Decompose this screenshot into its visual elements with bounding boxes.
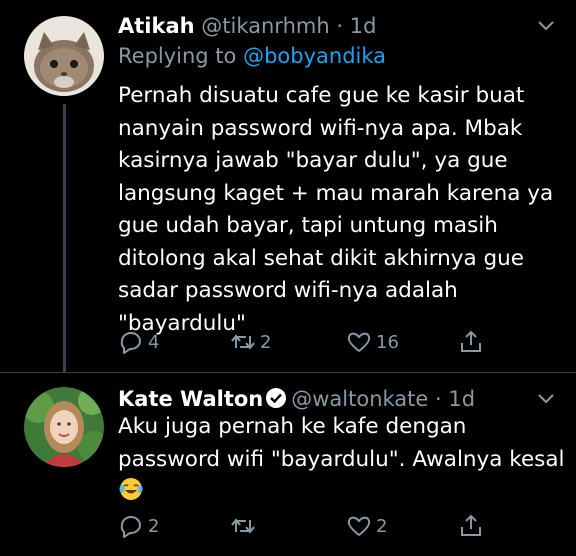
thread-line (63, 104, 66, 372)
reply-count: 4 (148, 331, 160, 353)
separator-dot: · (336, 14, 344, 38)
retweet-count: 2 (260, 331, 272, 353)
tweet-text: Aku juga pernah ke kafe dengan password … (118, 411, 565, 509)
kitten-avatar-icon (24, 16, 104, 96)
like-count: 2 (376, 515, 388, 537)
chevron-down-icon[interactable] (535, 387, 557, 409)
like-button[interactable]: 2 (346, 511, 387, 541)
replying-to: Replying to @bobyandika (118, 44, 386, 68)
tweet-text-line (118, 476, 565, 509)
heart-icon (347, 516, 371, 536)
tweet-actions: 4 2 16 (118, 327, 498, 357)
chevron-down-icon[interactable] (535, 14, 557, 36)
user-handle[interactable]: @waltonkate (291, 387, 428, 411)
reply-icon (120, 516, 141, 538)
tweet-text-line: nanyain password wifi-nya apa. Mbak (118, 115, 523, 141)
face-with-tears-of-joy-icon (119, 478, 143, 500)
verified-badge-icon (266, 388, 287, 408)
reply-icon (120, 332, 141, 354)
tweet-text-line: kasirnya jawab "bayar dulu", ya gue (118, 148, 508, 173)
tweet-text-line: Aku juga pernah ke kafe dengan (118, 414, 467, 439)
user-handle[interactable]: @tikanrhmh (201, 14, 329, 38)
separator-dot: · (435, 387, 442, 411)
retweet-button[interactable]: 2 (230, 327, 271, 357)
tweet-text-line: ditolong akal sehat dikit akhirnya gue (118, 245, 525, 271)
reply-count: 2 (148, 515, 160, 537)
timestamp[interactable]: 1d (448, 387, 475, 411)
tweet-header: Atikah @tikanrhmh · 1d (118, 13, 376, 39)
display-name[interactable]: Atikah (118, 14, 195, 38)
reply-button[interactable]: 2 (118, 511, 159, 541)
avatar[interactable] (24, 16, 104, 96)
mention-link[interactable]: @bobyandika (243, 44, 386, 68)
replying-to-label: Replying to (118, 44, 237, 68)
reply-button[interactable]: 4 (118, 327, 159, 357)
tweet-text-line: sadar password wifi-nya adalah (118, 278, 458, 303)
tweet-text-line: password wifi "bayardulu". Awalnya kesal (118, 446, 565, 472)
retweet-icon (231, 334, 255, 350)
tweet[interactable]: Atikah @tikanrhmh · 1d Replying to @boby… (0, 0, 576, 372)
timestamp[interactable]: 1d (350, 14, 377, 38)
retweet-icon (231, 518, 255, 534)
share-icon (461, 514, 481, 536)
display-name[interactable]: Kate Walton (118, 387, 263, 411)
share-button[interactable] (458, 511, 484, 541)
retweet-button[interactable] (230, 511, 260, 541)
tweet-text-line: langsung kaget + mau marah karena ya (118, 180, 554, 206)
tweet-header: Kate Walton @waltonkate · 1d (118, 386, 475, 412)
heart-icon (347, 332, 371, 352)
share-button[interactable] (458, 327, 484, 357)
profile-photo-icon (24, 387, 104, 467)
tweet-text: Pernah disuatu cafe gue ke kasir buat na… (118, 80, 553, 340)
tweet-text-line: gue udah bayar, tapi untung masih (118, 213, 498, 238)
like-button[interactable]: 16 (346, 327, 399, 357)
tweet[interactable]: Kate Walton @waltonkate · 1d Aku juga pe… (0, 373, 576, 556)
tweet-text-line: Pernah disuatu cafe gue ke kasir buat (118, 83, 525, 108)
avatar[interactable] (24, 387, 104, 467)
like-count: 16 (376, 331, 399, 353)
share-icon (461, 330, 481, 352)
tweet-actions: 2 2 (118, 511, 498, 541)
